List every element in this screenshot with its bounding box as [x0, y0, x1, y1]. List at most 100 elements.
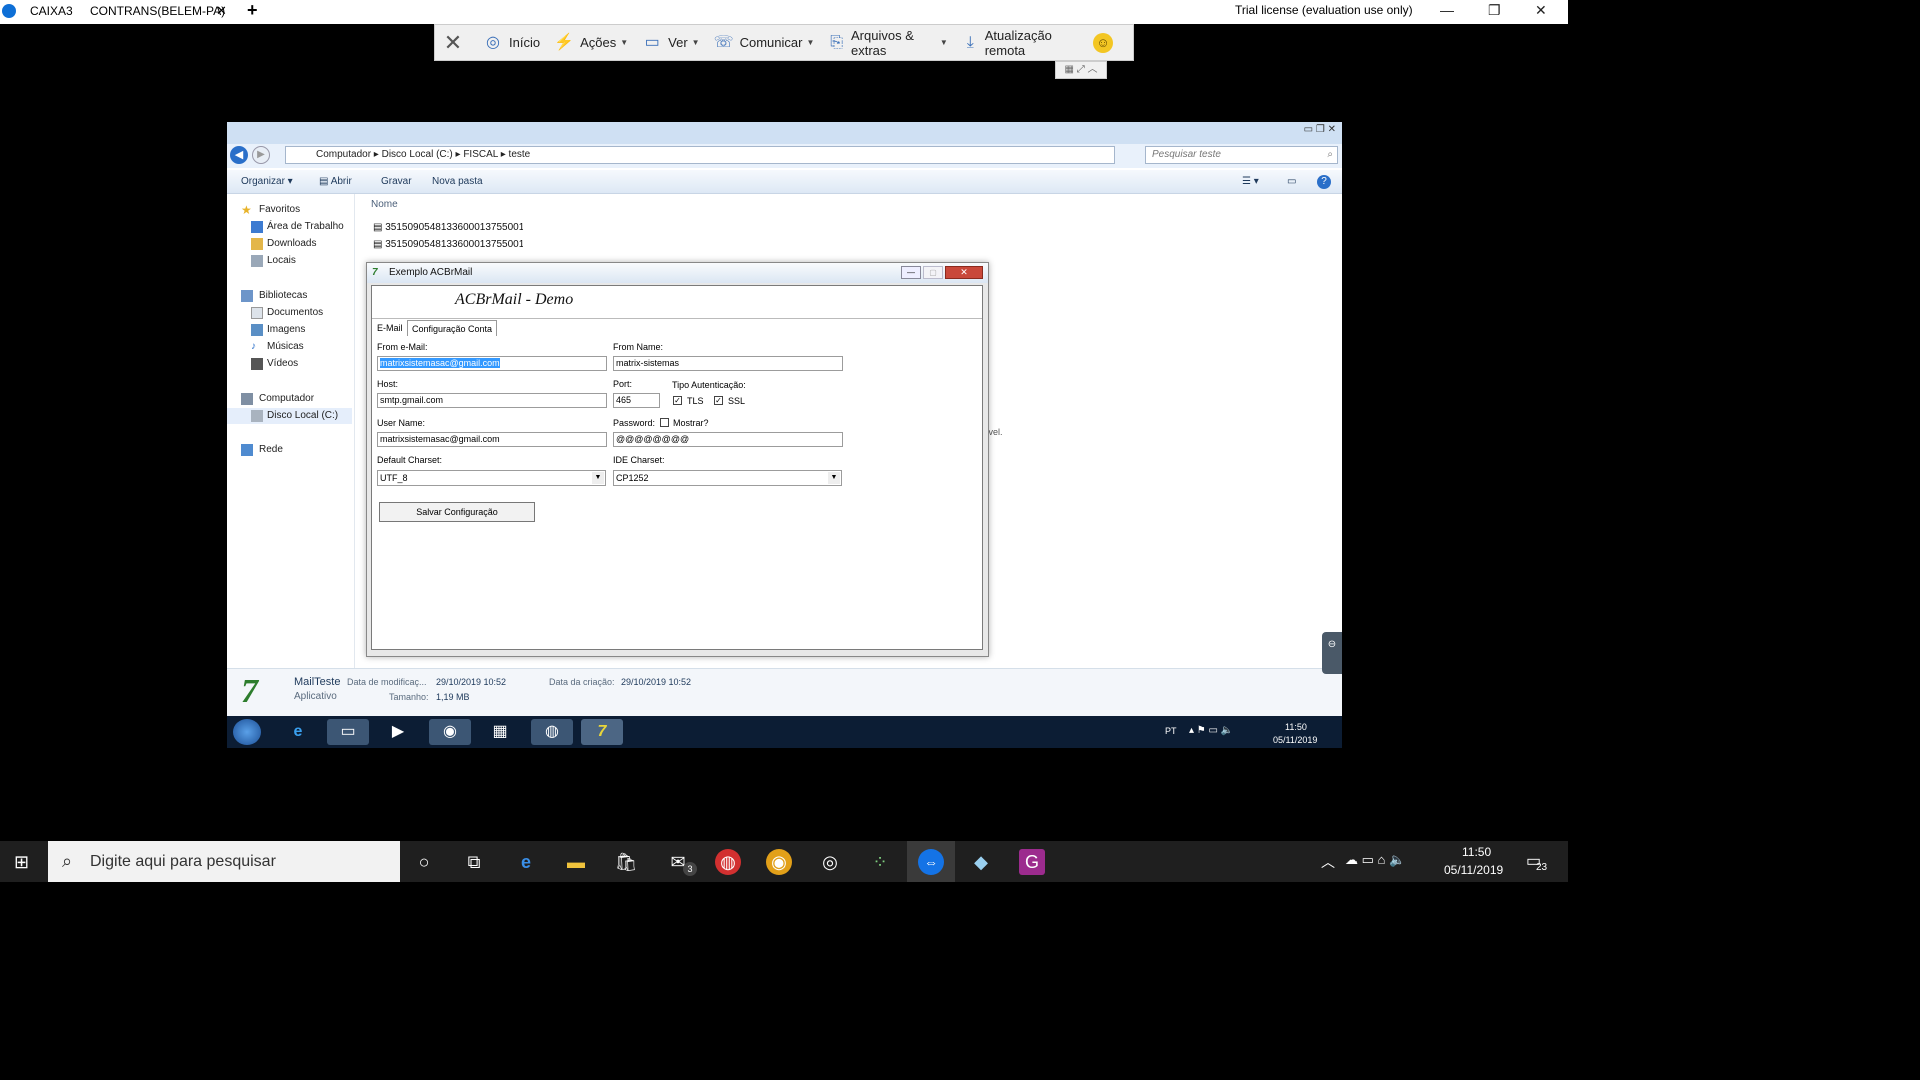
- ide-charset-select[interactable]: CP1252 ▼: [613, 470, 842, 486]
- back-icon[interactable]: ◀: [230, 146, 248, 164]
- column-header-name[interactable]: Nome: [371, 199, 398, 210]
- password-field[interactable]: @@@@@@@@: [613, 432, 843, 447]
- feedback-button[interactable]: ☺: [1093, 32, 1119, 53]
- pdf-editor-icon[interactable]: G: [1019, 849, 1045, 875]
- close-window-icon[interactable]: ✕: [1535, 2, 1547, 19]
- dialog-close-icon[interactable]: ✕: [945, 266, 983, 279]
- search-icon[interactable]: ⌕: [1327, 147, 1333, 163]
- organize-button[interactable]: Organizar ▾: [241, 176, 293, 187]
- nav-label: Rede: [259, 444, 283, 455]
- minimize-icon[interactable]: —: [1440, 2, 1454, 18]
- tab-caixa3[interactable]: CAIXA3: [22, 0, 81, 24]
- nav-music[interactable]: ♪ Músicas: [227, 339, 352, 355]
- tray-chevron-icon[interactable]: ︿: [1321, 852, 1335, 872]
- burn-button[interactable]: Gravar: [381, 176, 412, 187]
- default-charset-select[interactable]: UTF_8 ▼: [377, 470, 606, 486]
- pdf-app-icon[interactable]: ◍: [715, 849, 741, 875]
- user-name-field[interactable]: matrixsistemasac@gmail.com: [377, 432, 607, 447]
- media-player-icon[interactable]: ▶: [377, 719, 419, 745]
- tray-language[interactable]: PT: [1165, 726, 1177, 736]
- music-icon: ♪: [251, 341, 256, 352]
- nav-downloads[interactable]: Downloads: [227, 236, 352, 252]
- port-field[interactable]: 465: [613, 393, 660, 408]
- remote-update-button[interactable]: ⤓ Atualização remota: [962, 28, 1079, 58]
- dots-app-icon[interactable]: ⁘: [867, 849, 893, 875]
- nav-desktop[interactable]: Área de Trabalho: [227, 219, 352, 235]
- store-icon[interactable]: 🛍: [613, 849, 639, 875]
- app-grid-icon[interactable]: ▦: [479, 719, 521, 745]
- tray-icons[interactable]: ☁ ▭ ⌂ 🔈: [1345, 852, 1405, 868]
- add-tab-icon[interactable]: +: [247, 0, 258, 21]
- toolbar-collapse-handle[interactable]: ▦ ⤢ ︿: [1055, 61, 1107, 79]
- file-explorer-icon[interactable]: ▬: [563, 849, 589, 875]
- host-field[interactable]: smtp.gmail.com: [377, 393, 607, 408]
- breadcrumb-fiscal[interactable]: FISCAL: [463, 149, 498, 160]
- tab-email[interactable]: E-Mail: [373, 320, 407, 336]
- nav-libraries[interactable]: Bibliotecas: [227, 288, 352, 304]
- nav-documents[interactable]: Documentos: [227, 305, 352, 321]
- windows-start-icon[interactable]: ⊞: [14, 852, 29, 873]
- ssl-checkbox[interactable]: ✓: [714, 396, 723, 405]
- acbrmail-taskbar-icon[interactable]: 7: [581, 719, 623, 745]
- breadcrumb-local-disk[interactable]: Disco Local (C:): [382, 149, 453, 160]
- ie-icon[interactable]: e: [277, 719, 319, 745]
- folder-icon[interactable]: ▭: [327, 719, 369, 745]
- file-name: 3515090548133600013755001000: [385, 222, 523, 233]
- detail-created-value: 29/10/2019 10:52: [621, 677, 692, 687]
- open-button[interactable]: ▤ Abrir: [319, 176, 352, 187]
- show-password-checkbox[interactable]: [660, 418, 669, 427]
- breadcrumb-teste[interactable]: teste: [509, 149, 531, 160]
- from-name-field[interactable]: matrix-sistemas: [613, 356, 843, 371]
- edge-icon[interactable]: e: [513, 849, 539, 875]
- home-button[interactable]: ◎ Início: [483, 33, 540, 53]
- nav-local-disk[interactable]: Disco Local (C:): [227, 408, 352, 424]
- files-extras-button[interactable]: ⎘ Arquivos & extras ▼: [828, 28, 947, 58]
- dialog-minimize-icon[interactable]: —: [901, 266, 921, 279]
- network-icon: [241, 444, 253, 456]
- explorer-window-controls[interactable]: ▭ ❐ ✕: [1304, 124, 1336, 135]
- nav-network[interactable]: Rede: [227, 442, 352, 458]
- taskbar-search-input[interactable]: ⌕ Digite aqui para pesquisar: [48, 841, 400, 882]
- tray-icons[interactable]: ▴ ⚑ ▭ 🔈: [1189, 725, 1233, 736]
- chrome-icon[interactable]: ◉: [766, 849, 792, 875]
- nav-computer[interactable]: Computador: [227, 391, 352, 407]
- close-tab-icon[interactable]: ✕: [216, 3, 227, 19]
- address-bar[interactable]: Computador ▸ Disco Local (C:) ▸ FISCAL ▸…: [285, 146, 1115, 164]
- help-icon[interactable]: ?: [1317, 175, 1331, 189]
- tab-contrans[interactable]: CONTRANS(BELEM-PA): [82, 0, 234, 24]
- list-item[interactable]: ▤ 3515090548133600013755001000: [373, 222, 523, 233]
- nav-label: Músicas: [267, 341, 304, 352]
- nav-images[interactable]: Imagens: [227, 322, 352, 338]
- save-config-button[interactable]: Salvar Configuração: [379, 502, 535, 522]
- dialog-title: Exemplo ACBrMail: [389, 267, 473, 278]
- chevron-down-icon: ▼: [620, 38, 629, 47]
- tls-checkbox[interactable]: ✓: [673, 396, 682, 405]
- chrome-icon[interactable]: ◉: [429, 719, 471, 745]
- start-orb-icon[interactable]: [233, 719, 261, 745]
- breadcrumb-computer[interactable]: Computador: [316, 149, 371, 160]
- nav-videos[interactable]: Vídeos: [227, 356, 352, 372]
- forward-icon[interactable]: ▶: [252, 146, 270, 164]
- nav-favorites[interactable]: ★ Favoritos: [227, 202, 352, 218]
- view-button[interactable]: ▭ Ver ▼: [642, 33, 700, 53]
- view-options-icon[interactable]: ☰ ▾: [1242, 176, 1259, 187]
- restore-icon[interactable]: ❐: [1488, 2, 1501, 19]
- nav-places[interactable]: Locais: [227, 253, 352, 269]
- list-item[interactable]: ▤ 3515090548133600013755001000: [373, 239, 523, 250]
- dialog-maximize-icon[interactable]: ▢: [923, 266, 943, 279]
- new-folder-button[interactable]: Nova pasta: [432, 176, 483, 187]
- explorer-search-input[interactable]: Pesquisar teste ⌕: [1145, 146, 1338, 164]
- cortana-icon[interactable]: ○: [411, 849, 437, 875]
- close-session-button[interactable]: ✕: [443, 31, 469, 53]
- app-icon[interactable]: ◍: [531, 719, 573, 745]
- task-view-icon[interactable]: ⧉: [461, 849, 487, 875]
- tab-account-config[interactable]: Configuração Conta: [407, 320, 498, 336]
- app-icon[interactable]: ◎: [817, 849, 843, 875]
- communicate-button[interactable]: ☏ Comunicar ▼: [714, 33, 815, 53]
- notepad-app-icon[interactable]: ◆: [968, 849, 994, 875]
- teamviewer-side-handle[interactable]: ⊖: [1322, 632, 1342, 674]
- actions-button[interactable]: ⚡ Ações ▼: [554, 33, 628, 53]
- video-icon: [251, 358, 263, 370]
- preview-pane-icon[interactable]: ▭: [1287, 176, 1296, 187]
- from-email-field[interactable]: matrixsistemasac@gmail.com: [377, 356, 607, 371]
